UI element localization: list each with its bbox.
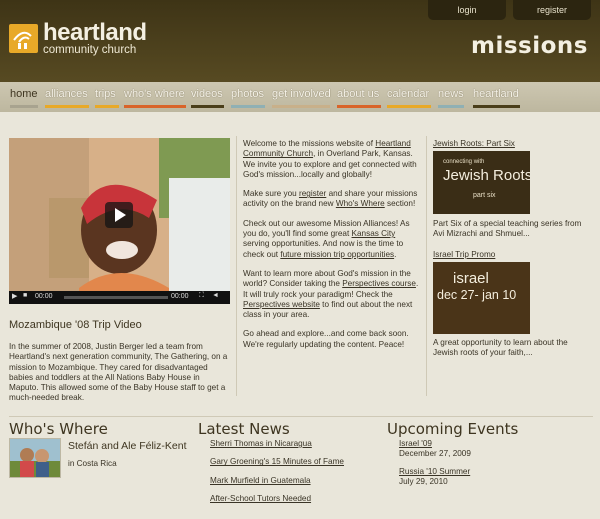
nav-photos-underline	[231, 105, 265, 108]
stop-icon[interactable]: ■	[23, 292, 27, 299]
nav-calendar[interactable]: calendar	[387, 88, 429, 100]
news-item[interactable]: Mark Murfield in Guatemala	[210, 476, 380, 486]
avatar[interactable]	[9, 438, 61, 478]
login-button[interactable]: login	[428, 0, 506, 20]
thumbnail-subtitle: connecting with	[443, 159, 485, 165]
video-controls: ▶ ■ 00:00 00:00 ⛶ ◄	[9, 291, 230, 304]
person-location: in Costa Rica	[68, 459, 117, 468]
nav-whos-where-underline	[124, 105, 186, 108]
upcoming-events-heading: Upcoming Events	[387, 420, 519, 438]
nav-videos-underline	[191, 105, 224, 108]
israel-trip-title[interactable]: Israel Trip Promo	[433, 250, 593, 260]
israel-trip-thumbnail[interactable]: israel dec 27- jan 10	[433, 262, 530, 334]
welcome-paragraph: Welcome to the missions website of Heart…	[243, 139, 417, 179]
heartland-logo-icon[interactable]	[9, 24, 38, 53]
whos-where-heading: Who's Where	[9, 420, 108, 438]
video-description: In the summer of 2008, Justin Berger led…	[9, 342, 228, 403]
perspectives-paragraph: Want to learn more about God's mission i…	[243, 268, 419, 320]
column-divider	[236, 136, 237, 396]
register-button[interactable]: register	[513, 0, 591, 20]
register-paragraph: Make sure you register and share your mi…	[243, 189, 418, 209]
whos-where-link[interactable]: Who's Where	[336, 199, 385, 208]
news-item[interactable]: After-School Tutors Needed	[210, 494, 380, 504]
play-button[interactable]	[105, 202, 133, 228]
video-title[interactable]: Mozambique '08 Trip Video	[9, 319, 230, 331]
closing-paragraph: Go ahead and explore...and come back soo…	[243, 329, 409, 349]
nav-heartland[interactable]: heartland	[473, 88, 519, 100]
jewish-roots-title[interactable]: Jewish Roots: Part Six	[433, 139, 593, 149]
thumbnail-dates: dec 27- jan 10	[437, 288, 517, 302]
volume-icon[interactable]: ◄	[212, 292, 219, 299]
person-name[interactable]: Stefán and Ale Féliz-Kent	[68, 440, 198, 452]
event-date: December 27, 2009	[399, 449, 471, 459]
nav-about-us[interactable]: about us	[337, 88, 379, 100]
nav-about-us-underline	[337, 105, 381, 108]
play-icon[interactable]: ▶	[12, 292, 17, 300]
israel-trip-caption: A great opportunity to learn about the J…	[433, 338, 568, 358]
nav-get-involved-underline	[272, 105, 330, 108]
nav-news[interactable]: news	[438, 88, 464, 100]
alliances-paragraph: Check out our awesome Mission Alliances!…	[243, 218, 410, 259]
nav-trips[interactable]: trips	[95, 88, 116, 100]
perspectives-course-link[interactable]: Perspectives course	[342, 279, 416, 288]
nav-news-underline	[438, 105, 464, 108]
nav-heartland-underline	[473, 105, 520, 108]
logo-title[interactable]: heartland	[43, 21, 147, 45]
welcome-text: Welcome to the missions website of Heart…	[243, 139, 423, 350]
nav-trips-underline	[95, 105, 119, 108]
perspectives-website-link[interactable]: Perspectives website	[243, 300, 320, 309]
site-header: login register heartland community churc…	[0, 0, 600, 82]
event-date: July 29, 2010	[399, 476, 448, 486]
nav-photos[interactable]: photos	[231, 88, 264, 100]
event-name[interactable]: Russia '10 Summer	[399, 467, 579, 477]
news-item[interactable]: Gary Groening's 15 Minutes of Fame	[210, 457, 380, 467]
nav-calendar-underline	[387, 105, 431, 108]
thumbnail-title: israel	[453, 270, 489, 287]
jewish-roots-caption: Part Six of a special teaching series fr…	[433, 219, 582, 239]
thumbnail-part: part six	[473, 192, 496, 199]
nav-whos-where[interactable]: who's where	[124, 88, 185, 100]
nav-get-involved[interactable]: get involved	[272, 88, 331, 100]
fullscreen-icon[interactable]: ⛶	[199, 292, 204, 300]
video-time-total: 00:00	[171, 293, 189, 300]
thumbnail-title: Jewish Roots	[443, 167, 530, 184]
video-progress-bar[interactable]	[64, 296, 168, 299]
column-divider	[426, 136, 427, 396]
jewish-roots-thumbnail[interactable]: connecting with Jewish Roots part six	[433, 151, 530, 214]
news-item[interactable]: Sherri Thomas in Nicaragua	[210, 439, 380, 449]
section-title: missions	[471, 33, 588, 59]
kansas-city-link[interactable]: Kansas City	[352, 229, 396, 238]
main-nav: home alliances trips who's where videos …	[0, 82, 600, 112]
nav-home-underline	[10, 105, 38, 108]
logo-subtitle: community church	[43, 44, 137, 56]
register-link[interactable]: register	[299, 189, 326, 198]
future-trips-link[interactable]: future mission trip opportunities	[280, 250, 394, 259]
video-player[interactable]	[9, 138, 230, 304]
nav-alliances-underline	[45, 105, 89, 108]
latest-news-heading: Latest News	[198, 420, 290, 438]
section-divider	[9, 416, 593, 417]
event-name[interactable]: Israel '09	[399, 439, 579, 449]
nav-alliances[interactable]: alliances	[45, 88, 88, 100]
nav-videos[interactable]: videos	[191, 88, 223, 100]
video-time-current: 00:00	[35, 293, 53, 300]
nav-home[interactable]: home	[10, 88, 38, 100]
